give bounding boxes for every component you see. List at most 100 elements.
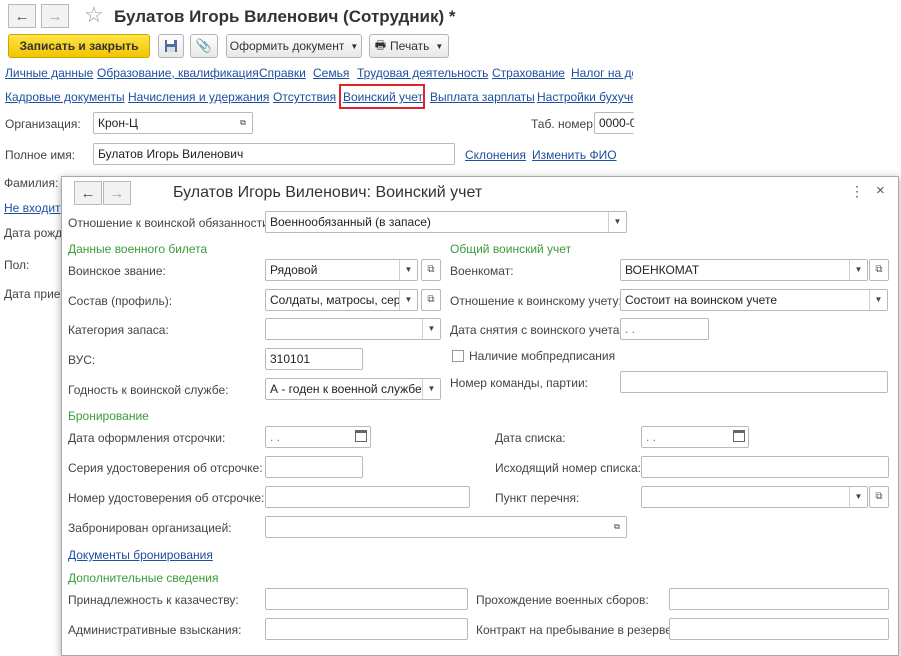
link-hr-documents[interactable]: Кадровые документы: [5, 90, 125, 104]
link-family[interactable]: Семья: [313, 66, 349, 80]
chevron-down-icon[interactable]: ▼: [869, 290, 887, 310]
org-label: Организация:: [5, 117, 81, 131]
deferral-date-field[interactable]: . .: [265, 426, 371, 448]
cert-series-field[interactable]: [265, 456, 363, 478]
extra-section: Дополнительные сведения: [68, 571, 219, 585]
outgoing-number-label: Исходящий номер списка:: [495, 461, 641, 475]
military-id-section: Данные военного билета: [68, 242, 208, 256]
cossack-label: Принадлежность к казачеству:: [68, 593, 239, 607]
rank-open-button[interactable]: ⧉: [421, 259, 441, 281]
reserved-by-label: Забронирован организацией:: [68, 521, 232, 535]
link-absences[interactable]: Отсутствия: [273, 90, 336, 104]
list-date-value: . .: [646, 430, 657, 444]
rank-value: Рядовой: [270, 263, 318, 277]
link-salary-payment[interactable]: Выплата зарплаты: [430, 90, 535, 104]
save-button[interactable]: [158, 34, 184, 58]
reserved-by-field[interactable]: ⧉: [265, 516, 627, 538]
calendar-icon[interactable]: [355, 430, 367, 442]
deferral-date-value: . .: [270, 430, 281, 444]
cossack-field[interactable]: [265, 588, 468, 610]
link-certificates[interactable]: Справки: [259, 66, 306, 80]
mob-order-label: Наличие мобпредписания: [469, 349, 616, 363]
modal-forward-button[interactable]: →: [103, 181, 131, 205]
dereg-date-field[interactable]: . .: [620, 318, 709, 340]
list-item-label: Пункт перечня:: [495, 491, 580, 505]
fullname-field[interactable]: Булатов Игорь Виленович: [93, 143, 455, 165]
composition-field[interactable]: Солдаты, матросы, серж ▼: [265, 289, 418, 311]
calendar-icon[interactable]: [733, 430, 745, 442]
tab-number-value: 0000-0: [599, 116, 634, 130]
fullname-value: Булатов Игорь Виленович: [98, 147, 244, 161]
list-item-field[interactable]: ▼: [641, 486, 868, 508]
attach-button[interactable]: 📎: [190, 34, 218, 58]
close-icon[interactable]: ×: [876, 182, 885, 199]
declension-link[interactable]: Склонения: [465, 148, 526, 162]
commissariat-open-button[interactable]: ⧉: [869, 259, 889, 281]
dereg-date-value: . .: [625, 322, 636, 336]
link-work-history[interactable]: Трудовая деятельность: [357, 66, 488, 80]
mob-order-checkbox[interactable]: [452, 350, 464, 362]
list-date-field[interactable]: . .: [641, 426, 749, 448]
chevron-down-icon: ▼: [350, 41, 359, 51]
chevron-down-icon[interactable]: ▼: [422, 319, 440, 339]
booking-docs-link[interactable]: Документы бронирования: [68, 548, 213, 562]
save-close-button[interactable]: Записать и закрыть: [8, 34, 150, 58]
change-name-link[interactable]: Изменить ФИО: [532, 148, 617, 162]
link-education[interactable]: Образование, квалификация: [97, 66, 259, 80]
outgoing-number-field[interactable]: [641, 456, 889, 478]
chevron-down-icon[interactable]: ▼: [422, 379, 440, 399]
open-icon: ⧉: [427, 294, 435, 305]
chevron-down-icon[interactable]: ▼: [608, 212, 626, 232]
arrow-right-icon: →: [47, 7, 63, 25]
link-accruals[interactable]: Начисления и удержания: [128, 90, 269, 104]
not-included-link[interactable]: Не входит: [4, 201, 61, 215]
chevron-down-icon[interactable]: ▼: [399, 260, 417, 280]
create-document-button[interactable]: Оформить документ ▼: [226, 34, 362, 58]
birth-date-label: Дата рожд: [4, 226, 63, 240]
link-accounting-settings[interactable]: Настройки бухуче: [537, 90, 633, 104]
penalties-field[interactable]: [265, 618, 468, 640]
open-icon[interactable]: ⧉: [234, 113, 252, 133]
arrow-left-icon: ←: [14, 7, 30, 25]
more-icon[interactable]: ⋮: [850, 183, 864, 200]
forward-button[interactable]: →: [41, 4, 69, 28]
print-button[interactable]: 🖶 Печать ▼: [369, 34, 449, 58]
cert-number-label: Номер удостоверения об отсрочке:: [68, 491, 265, 505]
star-icon[interactable]: ☆: [84, 2, 104, 28]
chevron-down-icon[interactable]: ▼: [399, 290, 417, 310]
commissariat-field[interactable]: ВОЕНКОМАТ ▼: [620, 259, 868, 281]
modal-back-button[interactable]: ←: [74, 181, 102, 205]
rank-field[interactable]: Рядовой ▼: [265, 259, 418, 281]
team-number-field[interactable]: [620, 371, 888, 393]
composition-open-button[interactable]: ⧉: [421, 289, 441, 311]
general-section: Общий воинский учет: [450, 242, 572, 256]
chevron-down-icon[interactable]: ▼: [849, 260, 867, 280]
link-personal-data[interactable]: Личные данные: [5, 66, 93, 80]
contract-field[interactable]: [669, 618, 889, 640]
list-item-open-button[interactable]: ⧉: [869, 486, 889, 508]
training-field[interactable]: [669, 588, 889, 610]
cert-number-field[interactable]: [265, 486, 470, 508]
commissariat-value: ВОЕНКОМАТ: [625, 263, 700, 277]
open-icon[interactable]: ⧉: [608, 517, 626, 537]
arrow-left-icon: ←: [80, 184, 96, 202]
fitness-label: Годность к воинской службе:: [68, 383, 229, 397]
link-insurance[interactable]: Страхование: [492, 66, 565, 80]
tab-number-field[interactable]: 0000-0: [594, 112, 634, 134]
link-tax[interactable]: Налог на до: [571, 66, 633, 80]
obligation-value: Военнообязанный (в запасе): [270, 215, 431, 229]
registration-field[interactable]: Состоит на воинском учете ▼: [620, 289, 888, 311]
surname-label: Фамилия:: [4, 176, 59, 190]
rank-label: Воинское звание:: [68, 264, 166, 278]
back-button[interactable]: ←: [8, 4, 36, 28]
fitness-field[interactable]: А - годен к военной службе ▼: [265, 378, 441, 400]
link-military-registration[interactable]: Воинский учет: [343, 90, 423, 104]
vus-label: ВУС:: [68, 353, 96, 367]
obligation-field[interactable]: Военнообязанный (в запасе) ▼: [265, 211, 627, 233]
org-field[interactable]: Крон-Ц ⧉: [93, 112, 253, 134]
reserve-category-field[interactable]: ▼: [265, 318, 441, 340]
chevron-down-icon[interactable]: ▼: [849, 487, 867, 507]
commissariat-label: Военкомат:: [450, 264, 514, 278]
open-icon: ⧉: [427, 264, 435, 275]
vus-field[interactable]: 310101: [265, 348, 363, 370]
